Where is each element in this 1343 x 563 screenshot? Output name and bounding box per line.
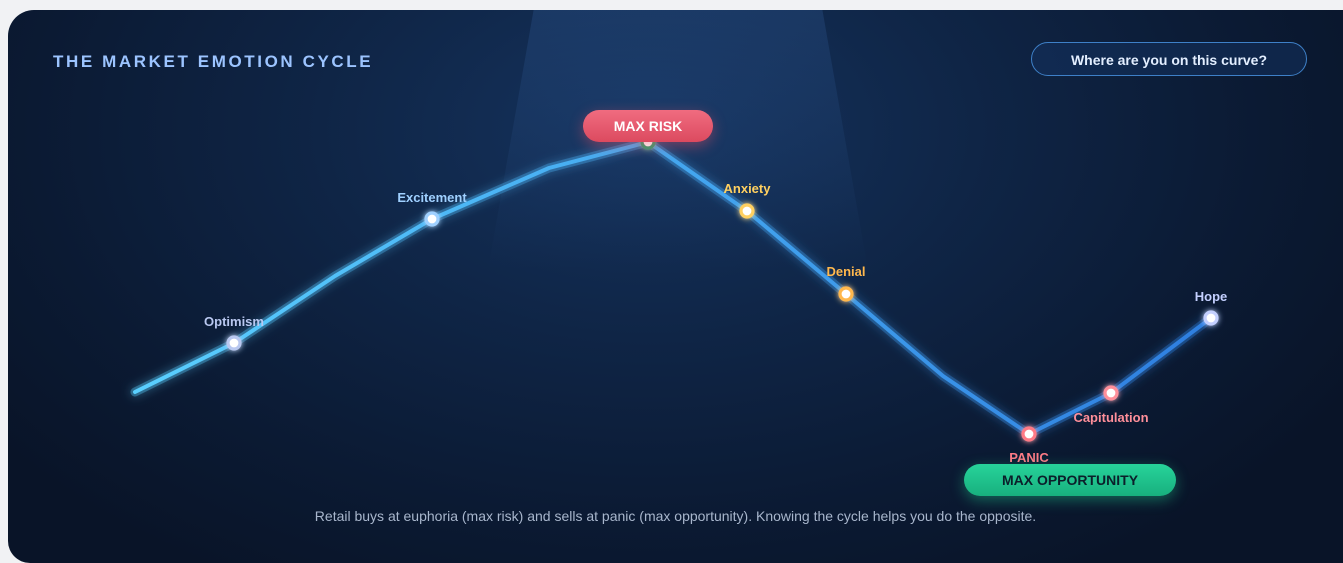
point-label-hope: Hope <box>1195 289 1228 304</box>
point-marker-panic <box>1021 426 1037 442</box>
emotion-curve-glow <box>130 137 1216 439</box>
caption-text: Retail buys at euphoria (max risk) and s… <box>314 508 1037 524</box>
point-label-excitement: Excitement <box>397 190 467 205</box>
point-marker-excitement <box>424 211 440 227</box>
point-marker-denial <box>838 286 854 302</box>
point-marker-hope <box>1203 310 1219 326</box>
emotion-curve-line <box>133 140 1213 436</box>
point-label-capitulation: Capitulation <box>1073 410 1148 425</box>
emotion-cycle-card: THE MARKET EMOTION CYCLE Where are you o… <box>8 10 1343 563</box>
point-label-panic: PANIC <box>1009 450 1049 465</box>
point-marker-optimism <box>226 335 242 351</box>
point-label-anxiety: Anxiety <box>724 181 772 196</box>
max-opportunity-badge: MAX OPPORTUNITY <box>964 464 1176 496</box>
point-marker-capitulation <box>1103 385 1119 401</box>
point-label-optimism: Optimism <box>204 314 264 329</box>
point-label-denial: Denial <box>826 264 865 279</box>
max-risk-badge: MAX RISK <box>583 110 713 142</box>
point-marker-anxiety <box>739 203 755 219</box>
